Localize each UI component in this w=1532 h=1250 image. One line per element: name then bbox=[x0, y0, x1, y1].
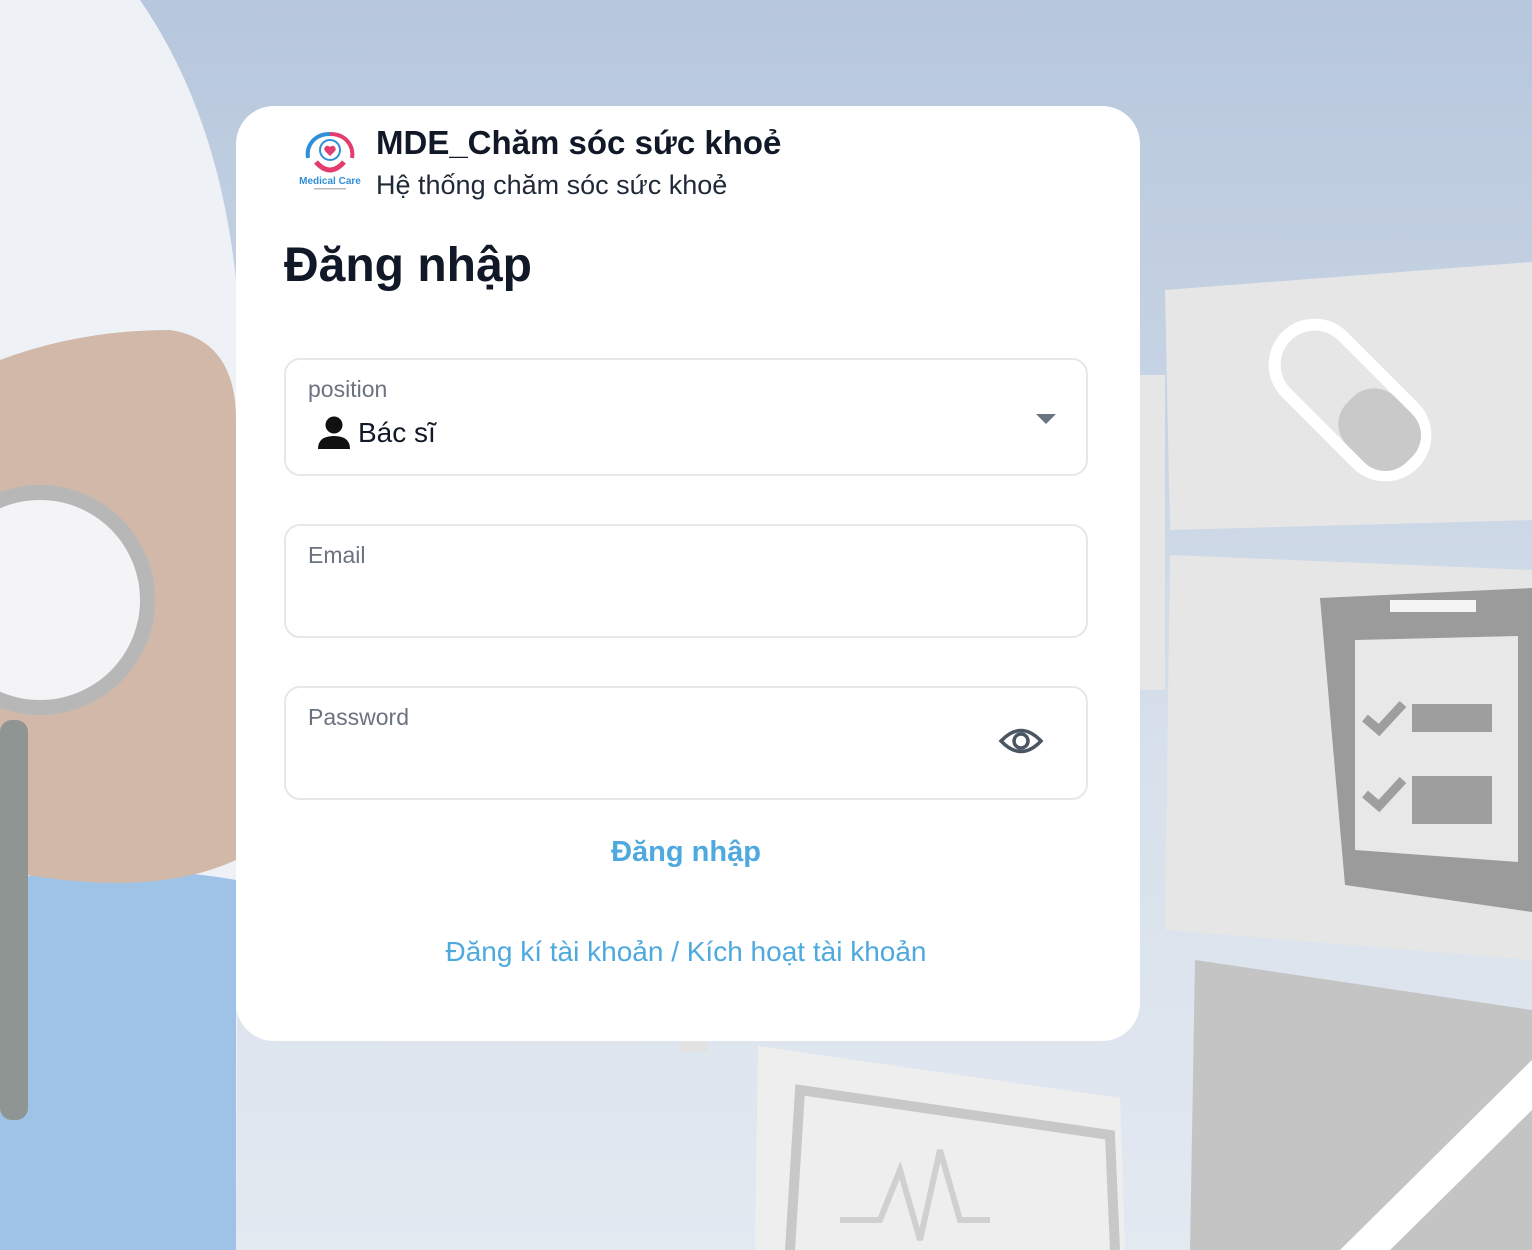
email-field[interactable]: Email bbox=[284, 524, 1088, 638]
eye-icon[interactable] bbox=[998, 724, 1044, 758]
position-selected-value[interactable]: Bác sĩ bbox=[316, 416, 436, 450]
svg-text:Medical Care: Medical Care bbox=[299, 176, 361, 187]
login-heading: Đăng nhập bbox=[284, 239, 532, 292]
chevron-down-icon[interactable] bbox=[1034, 412, 1058, 426]
position-value-text: Bác sĩ bbox=[358, 417, 436, 448]
email-label: Email bbox=[308, 542, 366, 568]
password-input[interactable] bbox=[308, 746, 986, 784]
brand-header: Medical Care MDE_Chăm sóc sức khoẻ Hệ th… bbox=[284, 124, 781, 204]
login-card: Medical Care MDE_Chăm sóc sức khoẻ Hệ th… bbox=[236, 106, 1140, 1041]
app-subtitle: Hệ thống chăm sóc sức khoẻ bbox=[376, 170, 728, 200]
login-button[interactable]: Đăng nhập bbox=[284, 836, 1088, 869]
person-icon bbox=[318, 416, 350, 449]
position-select[interactable]: position Bác sĩ bbox=[284, 358, 1088, 476]
medical-care-logo: Medical Care bbox=[284, 124, 376, 204]
brand-text: MDE_Chăm sóc sức khoẻ Hệ thống chăm sóc … bbox=[376, 124, 781, 204]
position-label: position bbox=[308, 376, 388, 402]
email-input[interactable] bbox=[308, 584, 1064, 622]
register-activate-link[interactable]: Đăng kí tài khoản / Kích hoạt tài khoản bbox=[284, 936, 1088, 968]
password-field[interactable]: Password bbox=[284, 686, 1088, 800]
password-label: Password bbox=[308, 704, 409, 730]
app-title: MDE_Chăm sóc sức khoẻ bbox=[376, 124, 782, 161]
